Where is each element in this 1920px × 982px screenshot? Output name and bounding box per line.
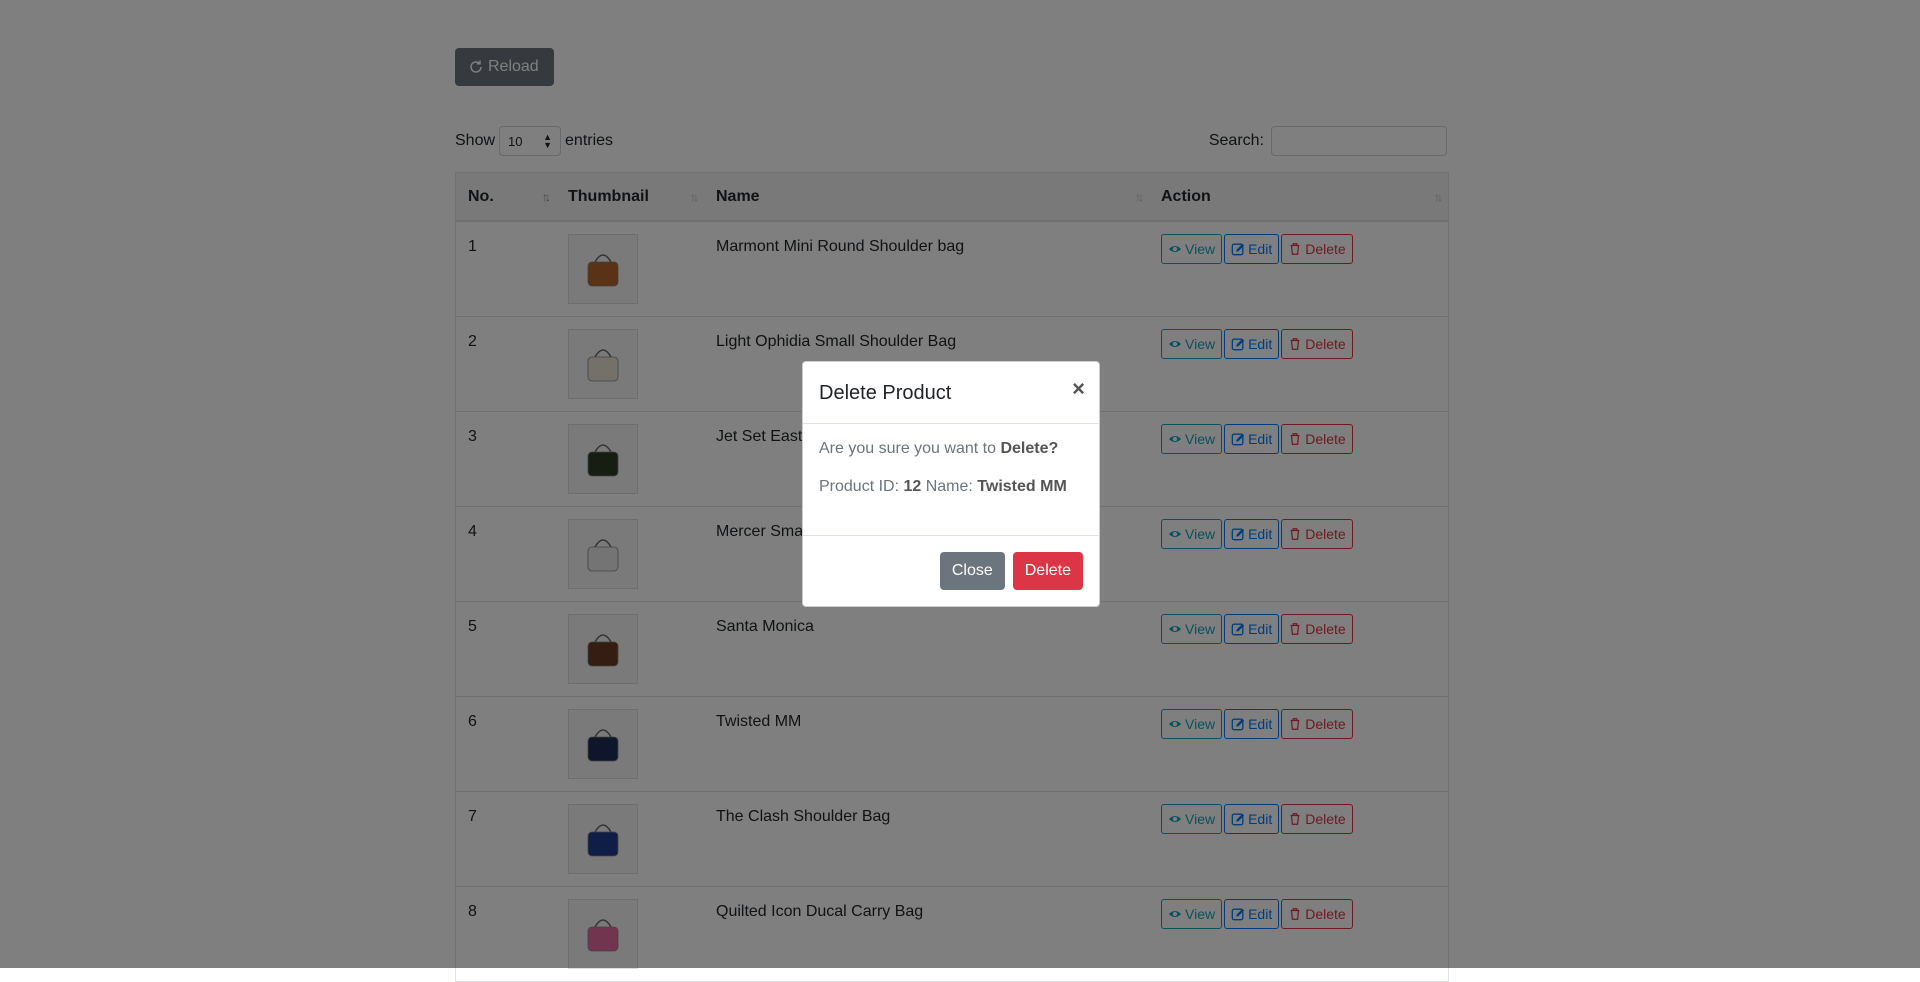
close-icon[interactable]: × [1072,376,1085,402]
product-name: Twisted MM [977,478,1067,495]
delete-product-modal: Delete Product × Are you sure you want t… [802,361,1100,607]
modal-body: Are you sure you want to Delete? Product… [803,424,1099,536]
confirm-question: Are you sure you want to Delete? [819,440,1059,457]
modal-footer: Close Delete [939,552,1083,590]
close-button[interactable]: Close [939,552,1005,590]
modal-title: Delete Product [819,382,952,404]
confirm-delete-button[interactable]: Delete [1012,552,1083,590]
product-id: 12 [903,478,922,495]
modal-header: Delete Product × [803,362,1099,424]
product-details: Product ID: 12 Name: Twisted MM [819,478,1067,495]
